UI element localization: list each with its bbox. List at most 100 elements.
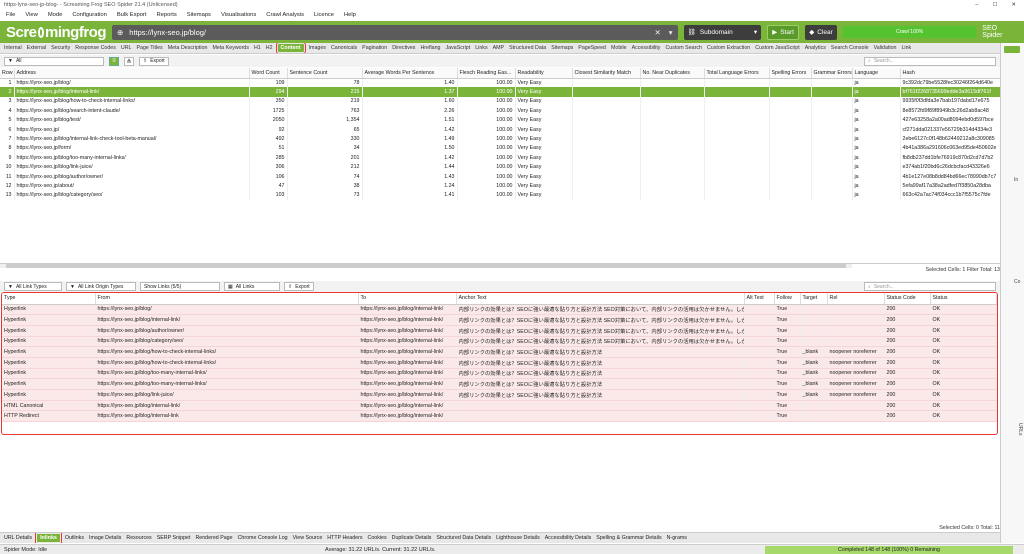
table-row[interactable]: 8 https://lynx-seo.jp/form/51 34 1.50 100.00… [0,143,1000,154]
bottom-tab-url-details[interactable]: URL Details [4,535,32,541]
origin-types-select[interactable]: ▼ All Link Origin Types [66,282,136,291]
tab-link[interactable]: Link [901,45,911,51]
tab-external[interactable]: External [27,45,46,51]
column-header-word-count[interactable]: Word Count [249,68,288,79]
menu-sitemaps[interactable]: Sitemaps [187,12,211,18]
menu-file[interactable]: File [6,12,15,18]
tab-meta-keywords[interactable]: Meta Keywords [212,45,249,51]
menu-view[interactable]: View [25,12,37,18]
tab-javascript[interactable]: JavaScript [446,45,471,51]
column-header-closest-similarity-match[interactable]: Closest Similarity Match [572,68,641,79]
bottom-tab-outlinks[interactable]: Outlinks [65,535,84,541]
inlink-row[interactable]: Hyperlink https://lynx-seo.jp/blog/how-to… [2,346,997,358]
bottom-tab-serp-snippet[interactable]: SERP Snippet [157,535,191,541]
filter-select[interactable]: ▼ All [4,56,104,66]
close-icon[interactable]: ✕ [1011,2,1016,8]
inlinks-header-to[interactable]: To [358,293,457,305]
url-input[interactable]: ⊕ https://lynx-seo.jp/blog/ ✕ ▾ [112,24,678,40]
table-row[interactable]: 11 https://lynx-seo.jp/blog/author/owner/… [0,171,1000,182]
bottom-tab-duplicate-details[interactable]: Duplicate Details [392,535,432,541]
panel-toggle-button[interactable] [1004,46,1020,53]
bottom-tab-lighthouse-details[interactable]: Lighthouse Details [496,535,540,541]
menu-visualisations[interactable]: Visualisations [221,12,256,18]
inlink-row[interactable]: HTTP Redirect https://lynx-seo.jp/blog/in… [2,410,997,423]
tab-links[interactable]: Links [475,45,487,51]
inlinks-header-rel[interactable]: Rel [827,293,885,305]
inlink-row[interactable]: Hyperlink https://lynx-seo.jp/blog/too-ma… [2,378,997,390]
inlink-row[interactable]: Hyperlink https://lynx-seo.jp/blog/catego… [2,336,997,348]
inlinks-header-alt-text[interactable]: Alt Text [744,293,775,305]
inlink-row[interactable]: Hyperlink https://lynx-seo.jp/blog/author… [2,325,997,337]
table-row[interactable]: 9 https://lynx-seo.jp/blog/too-many-inter… [0,153,1000,163]
tab-meta-description[interactable]: Meta Description [168,45,208,51]
inlink-row[interactable]: Hyperlink https://lynx-seo.jp/blog/https:… [2,304,997,316]
column-header-language[interactable]: Language [852,68,901,79]
tab-images[interactable]: Images [309,45,326,51]
mode-select[interactable]: ⛓ Subdomain ▾ [683,24,762,40]
menu-mode[interactable]: Mode [48,12,63,18]
column-header-flesch-reading-eas[interactable]: Flesch Reading Eas... [457,68,516,79]
inlinks-header-follow[interactable]: Follow [774,293,801,305]
clear-url-icon[interactable]: ✕ [654,28,660,37]
tab-h2[interactable]: H2 [266,45,273,51]
horizontal-scrollbar[interactable] [0,264,852,268]
inlink-row[interactable]: Hyperlink https://lynx-seo.jp/blog/too-ma… [2,368,997,380]
tab-canonicals[interactable]: Canonicals [331,45,357,51]
inlink-row[interactable]: Hyperlink https://lynx-seo.jp/blog/intern… [2,314,997,326]
bottom-tab-spelling-grammar-details[interactable]: Spelling & Grammar Details [596,535,661,541]
table-row[interactable]: 5 https://lynx-seo.jp/blog/test/2050 1,354… [0,115,1000,125]
inlink-row[interactable]: Hyperlink https://lynx-seo.jp/blog/link-j… [2,389,997,401]
bottom-tab-rendered-page[interactable]: Rendered Page [195,535,232,541]
menu-licence[interactable]: Licence [314,12,334,18]
tab-custom-extraction[interactable]: Custom Extraction [707,45,750,51]
menu-reports[interactable]: Reports [156,12,176,18]
column-header-no-near-duplicates[interactable]: No. Near Duplicates [640,68,705,79]
tab-internal[interactable]: Internal [4,45,22,51]
list-view-icon[interactable]: ≡ [109,56,119,66]
tab-content[interactable]: Content [275,43,306,53]
bottom-tab-resources[interactable]: Resources [126,535,151,541]
column-header-average-words-per-sentence[interactable]: Average Words Per Sentence [362,68,458,79]
inlinks-header-from[interactable]: From [95,293,359,305]
tab-analytics[interactable]: Analytics [805,45,826,51]
table-row[interactable]: 7 https://lynx-seo.jp/blog/internal-link-… [0,134,1000,144]
table-row[interactable]: 13 https://lynx-seo.jp/blog/category/seo/… [0,190,1000,201]
inlinks-header-status-code[interactable]: Status Code [884,293,931,305]
tab-search-console[interactable]: Search Console [831,45,869,51]
table-row[interactable]: 12 https://lynx-seo.jp/about/47 38 1.24 100.… [0,181,1000,191]
tab-structured-data[interactable]: Structured Data [509,45,546,51]
column-header-hash[interactable]: Hash [900,68,1000,79]
bottom-tab-n-grams[interactable]: N-grams [667,535,687,541]
bottom-tab-cookies[interactable]: Cookies [368,535,387,541]
bottom-tab-http-headers[interactable]: HTTP Headers [327,535,362,541]
tab-directives[interactable]: Directives [392,45,415,51]
clear-button[interactable]: ◆ Clear [805,24,837,40]
tab-h1[interactable]: H1 [254,45,261,51]
column-header-readability[interactable]: Readability [515,68,573,79]
inlinks-export-button[interactable]: ⇧ Export [284,282,314,291]
tab-amp[interactable]: AMP [493,45,504,51]
bottom-tab-structured-data-details[interactable]: Structured Data Details [436,535,491,541]
column-header-total-language-errors[interactable]: Total Language Errors [704,68,770,79]
scroll-thumb[interactable] [6,264,846,268]
inlinks-header-status[interactable]: Status [930,293,997,305]
table-row[interactable]: 10 https://lynx-seo.jp/blog/link-juice/30… [0,162,1000,172]
bottom-tab-chrome-console-log[interactable]: Chrome Console Log [238,535,288,541]
minimize-icon[interactable]: – [975,2,978,8]
bottom-tab-inlinks[interactable]: Inlinks [35,533,62,543]
tab-custom-search[interactable]: Custom Search [665,45,702,51]
inlinks-header-type[interactable]: Type [2,293,96,305]
table-row[interactable]: 2 https://lynx-seo.jp/blog/internal-link/… [0,87,1000,97]
menu-help[interactable]: Help [344,12,356,18]
tab-response-codes[interactable]: Response Codes [75,45,116,51]
tab-accessibility[interactable]: Accessibility [632,45,661,51]
inlinks-header-target[interactable]: Target [800,293,828,305]
menu-crawl-analysis[interactable]: Crawl Analysis [266,12,304,18]
table-row[interactable]: 6 https://lynx-seo.jp/92 65 1.42 100.00 Very … [0,124,1000,135]
tab-url[interactable]: URL [121,45,132,51]
column-header-spelling-errors[interactable]: Spelling Errors [769,68,812,79]
column-header-row[interactable]: Row [0,68,15,79]
bottom-tab-view-source[interactable]: View Source [293,535,323,541]
link-types-select[interactable]: ▼ All Link Types [4,282,62,291]
tab-custom-javascript[interactable]: Custom JavaScript [755,45,799,51]
